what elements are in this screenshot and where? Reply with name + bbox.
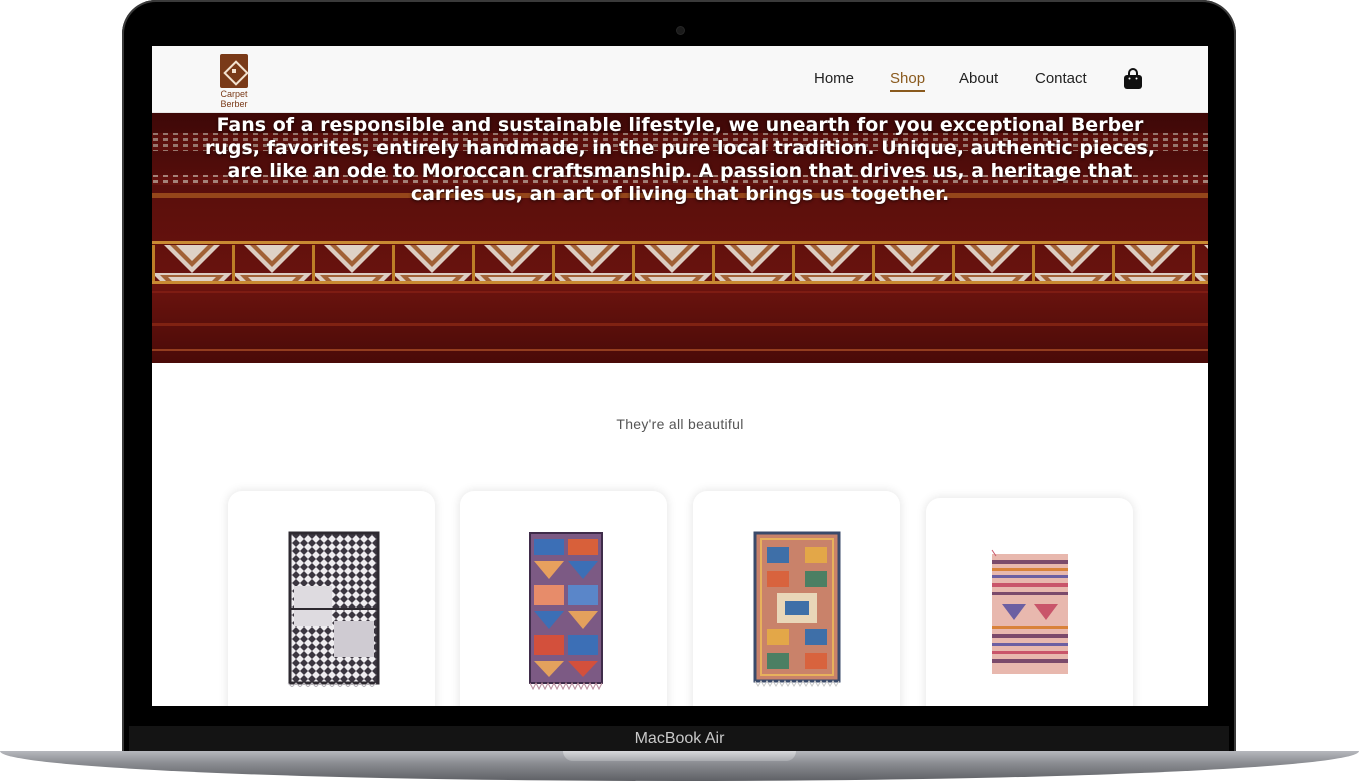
shopping-bag-icon[interactable]	[1123, 68, 1143, 90]
product-card-2[interactable]	[460, 491, 667, 706]
products-title: They're all beautiful	[616, 416, 744, 432]
camera-icon	[677, 27, 684, 34]
nav-about[interactable]: About	[959, 70, 998, 87]
product-card-4[interactable]	[926, 498, 1133, 706]
hero-banner: Fans of a responsible and sustainable li…	[152, 113, 1208, 363]
device-label: MacBook Air	[634, 730, 725, 747]
hero-text: Fans of a responsible and sustainable li…	[204, 114, 1156, 205]
navbar: Carpet Berber Home Shop About Contact	[152, 46, 1208, 113]
product-card-1[interactable]	[228, 491, 435, 706]
product-card-3[interactable]	[693, 491, 900, 706]
carpet-logo-icon	[220, 54, 248, 88]
logo-line-2: Berber	[220, 99, 248, 109]
patterned-rug-image	[753, 531, 841, 687]
logo[interactable]: Carpet Berber	[214, 52, 254, 110]
logo-text: Carpet Berber	[210, 89, 258, 109]
nav-contact[interactable]: Contact	[1035, 70, 1087, 87]
website-screen: Carpet Berber Home Shop About Contact Fa…	[152, 46, 1208, 706]
hinge-notch	[563, 751, 796, 761]
black-white-rug-image	[287, 531, 380, 687]
colorful-kilim-rug-image	[529, 532, 603, 691]
logo-line-1: Carpet	[220, 89, 248, 99]
nav-home[interactable]: Home	[814, 70, 854, 87]
striped-rug-image	[991, 549, 1068, 674]
nav-shop[interactable]: Shop	[890, 70, 926, 92]
